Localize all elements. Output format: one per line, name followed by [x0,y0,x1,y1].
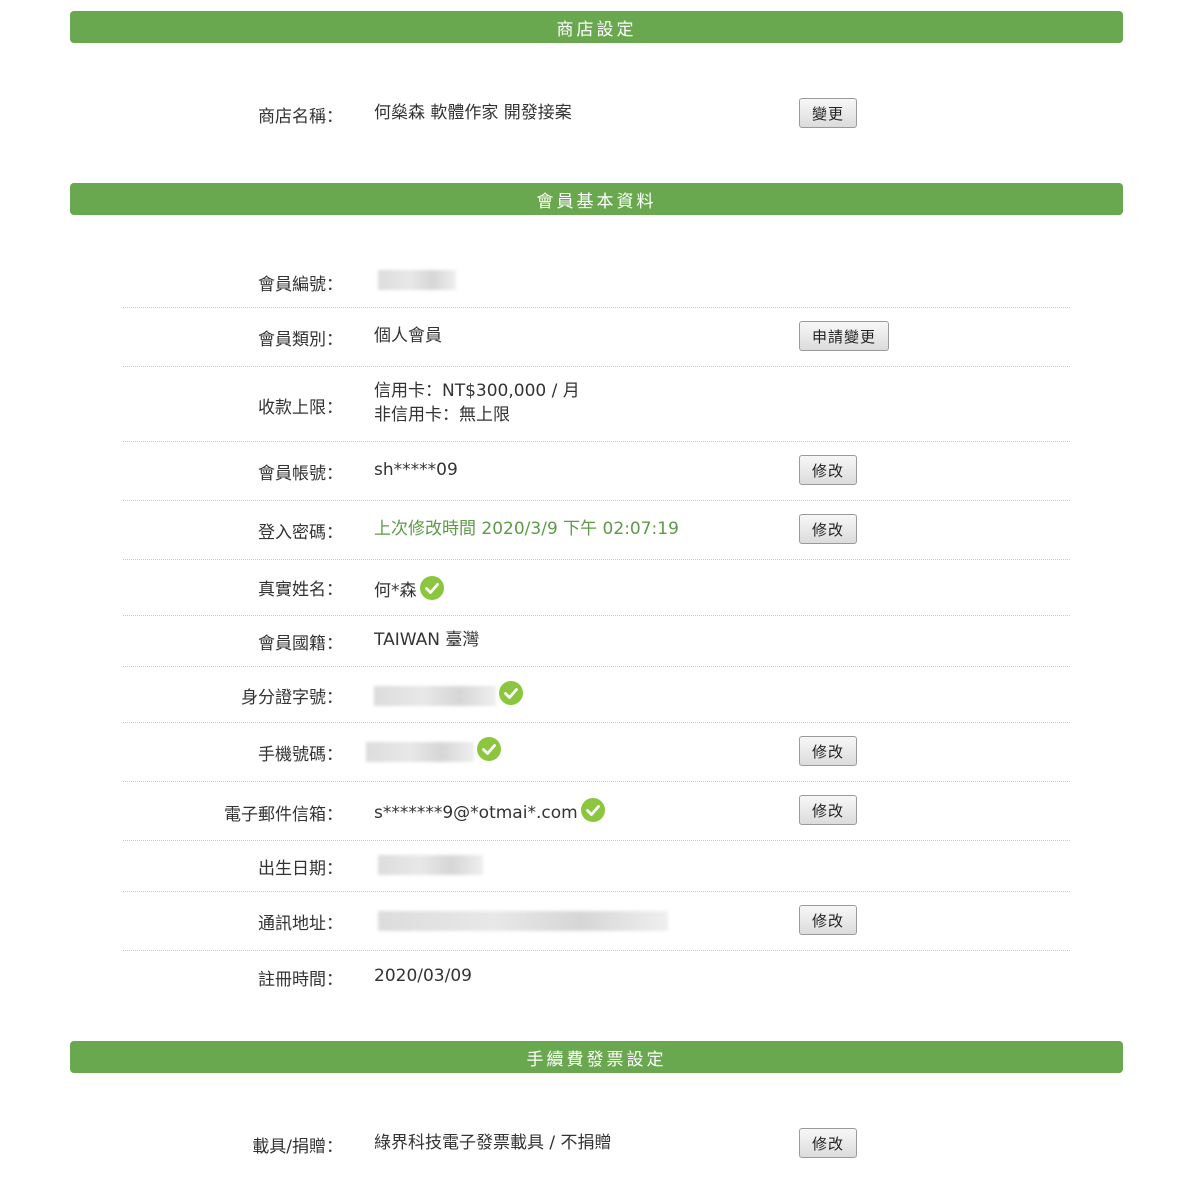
id-number-label: 身分證字號： [241,688,343,708]
real-name-label: 真實姓名： [258,580,343,600]
edit-mobile-button[interactable]: 修改 [799,736,858,766]
registration-time-value: 2020/03/09 [374,966,472,986]
verified-check-icon [580,798,605,822]
member-id-label: 會員編號： [258,275,343,295]
mobile-row: 手機號碼： 修改 [123,723,1070,782]
birthday-row: 出生日期： [123,841,1070,892]
edit-account-button[interactable]: 修改 [799,455,858,485]
invoice-carrier-label: 載具/捐贈： [252,1137,343,1157]
verified-check-icon [499,681,523,705]
email-value: s*******9@*otmai*.com [374,803,578,823]
registration-time-label: 註冊時間： [258,970,343,990]
id-number-row: 身分證字號： [123,667,1070,723]
change-store-name-button[interactable]: 變更 [799,98,858,128]
collection-limit-noncredit: 非信用卡：無上限 [374,405,510,425]
member-id-value [378,268,456,292]
email-label: 電子郵件信箱： [224,805,343,825]
id-number-value [374,681,523,708]
member-id-row: 會員編號： [123,252,1070,308]
registration-time-row: 註冊時間： 2020/03/09 [123,951,1070,1001]
member-account-value: sh*****09 [374,460,458,480]
real-name-row: 真實姓名： 何*森 [123,560,1070,616]
edit-email-button[interactable]: 修改 [799,795,858,825]
password-last-modified: 上次修改時間 2020/3/9 下午 02:07:19 [374,519,679,539]
mobile-value [366,737,501,764]
store-name-row: 商店名稱： 何燊森 軟體作家 開發接案 變更 [123,98,1070,130]
member-account-row: 會員帳號： sh*****09 修改 [123,442,1070,501]
verified-check-icon [419,576,444,600]
nationality-value: TAIWAN 臺灣 [374,630,480,650]
address-label: 通訊地址： [258,914,343,934]
section-header-fee-invoice: 手續費發票設定 [70,1041,1123,1073]
collection-limit-credit: 信用卡：NT$300,000 / 月 [374,381,580,401]
section-header-store-settings: 商店設定 [70,11,1123,43]
login-password-row: 登入密碼： 上次修改時間 2020/3/9 下午 02:07:19 修改 [123,501,1070,560]
store-name-value: 何燊森 軟體作家 開發接案 [374,103,572,123]
verified-check-icon [477,737,501,761]
birthday-value [378,853,483,877]
nationality-label: 會員國籍： [258,634,343,654]
email-row: 電子郵件信箱： s*******9@*otmai*.com 修改 [123,782,1070,841]
edit-invoice-carrier-button[interactable]: 修改 [799,1128,858,1158]
nationality-row: 會員國籍： TAIWAN 臺灣 [123,616,1070,667]
member-type-row: 會員類別： 個人會員 申請變更 [123,308,1070,367]
real-name-value-wrap: 何*森 [374,576,444,603]
member-type-value: 個人會員 [374,326,442,346]
store-name-label: 商店名稱： [258,107,343,127]
email-value-wrap: s*******9@*otmai*.com [374,798,605,825]
member-type-label: 會員類別： [258,330,343,350]
address-value [378,909,668,933]
edit-password-button[interactable]: 修改 [799,514,858,544]
invoice-carrier-value: 綠界科技電子發票載具 / 不捐贈 [374,1133,612,1153]
apply-change-member-type-button[interactable]: 申請變更 [799,321,890,351]
section-header-member-info: 會員基本資料 [70,183,1123,215]
collection-limit-label: 收款上限： [258,398,343,418]
invoice-carrier-row: 載具/捐贈： 綠界科技電子發票載具 / 不捐贈 修改 [123,1128,1070,1160]
member-account-label: 會員帳號： [258,464,343,484]
mobile-label: 手機號碼： [258,745,343,765]
real-name-value: 何*森 [374,581,417,601]
login-password-label: 登入密碼： [258,523,343,543]
birthday-label: 出生日期： [258,859,343,879]
address-row: 通訊地址： 修改 [123,892,1070,951]
collection-limit-row: 收款上限： 信用卡：NT$300,000 / 月 非信用卡：無上限 [123,367,1070,442]
edit-address-button[interactable]: 修改 [799,905,858,935]
